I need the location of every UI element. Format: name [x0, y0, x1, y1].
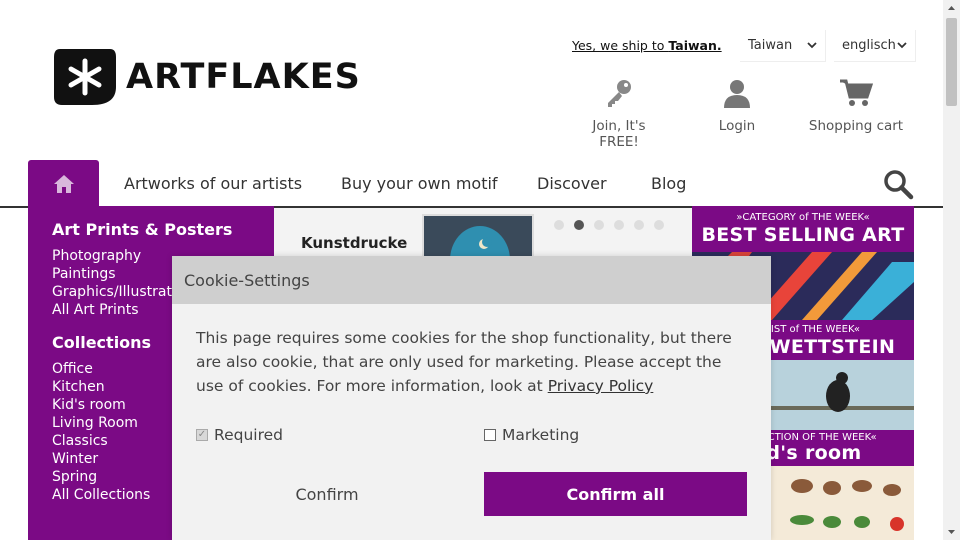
- search-icon: [884, 170, 914, 200]
- scroll-up-icon[interactable]: [947, 4, 956, 12]
- cart-icon: [840, 79, 873, 106]
- marketing-label[interactable]: Marketing: [502, 426, 579, 444]
- logo-mark-icon: [54, 49, 116, 105]
- join-free-label: Join, It's FREE!: [592, 118, 646, 150]
- key-icon: [608, 80, 631, 107]
- carousel-dot[interactable]: [554, 220, 564, 230]
- slide-artwork-image: [422, 214, 534, 262]
- cookie-dialog-title: Cookie-Settings: [172, 256, 771, 304]
- carousel-dot[interactable]: [614, 220, 624, 230]
- cookie-dialog-text: This page requires some cookies for the …: [172, 304, 771, 398]
- marketing-checkbox[interactable]: [484, 429, 496, 441]
- scrollbar-thumb[interactable]: [946, 18, 957, 106]
- join-free-link[interactable]: Join, It's FREE!: [572, 76, 666, 150]
- category-week-kicker: »CATEGORY of THE WEEK«: [736, 212, 870, 223]
- shopping-cart-link[interactable]: Shopping cart: [808, 76, 904, 134]
- nav-item-discover[interactable]: Discover: [537, 174, 607, 193]
- main-nav: Artworks of our artists Buy your own mot…: [0, 160, 943, 208]
- ship-country: Taiwan.: [668, 38, 722, 53]
- nav-home[interactable]: [28, 160, 99, 207]
- ship-prefix: Yes, we ship to: [572, 38, 669, 53]
- country-select-value: Taiwan: [748, 38, 793, 53]
- home-icon: [53, 174, 74, 193]
- carousel-dot-active[interactable]: [574, 220, 584, 230]
- nav-item-artworks[interactable]: Artworks of our artists: [124, 174, 302, 193]
- required-checkbox-row: ✓ Required: [196, 426, 283, 444]
- marketing-checkbox-row[interactable]: Marketing: [484, 426, 579, 444]
- search-button[interactable]: [882, 168, 914, 204]
- carousel-dot[interactable]: [654, 220, 664, 230]
- sidebar-group-title[interactable]: Art Prints & Posters: [52, 220, 250, 239]
- required-label: Required: [214, 426, 283, 444]
- page: ARTFLAKES Yes, we ship to Taiwan. Taiwan…: [0, 0, 960, 540]
- shopping-cart-label: Shopping cart: [808, 118, 904, 134]
- login-label: Login: [718, 118, 756, 134]
- carousel-dots: [554, 220, 664, 230]
- scroll-down-icon[interactable]: [947, 528, 956, 536]
- required-checkbox: ✓: [196, 429, 208, 441]
- nav-item-blog[interactable]: Blog: [651, 174, 686, 193]
- slide-title: Kunstdrucke: [301, 234, 408, 252]
- language-select-value: englisch: [842, 38, 896, 53]
- ship-to-link[interactable]: Yes, we ship to Taiwan.: [572, 38, 722, 53]
- privacy-policy-link[interactable]: Privacy Policy: [548, 377, 654, 395]
- carousel-dot[interactable]: [634, 220, 644, 230]
- confirm-all-button[interactable]: Confirm all: [484, 472, 747, 516]
- confirm-button[interactable]: Confirm: [196, 472, 458, 516]
- language-select[interactable]: englisch: [834, 30, 916, 62]
- user-icon: [724, 80, 750, 108]
- country-select[interactable]: Taiwan: [740, 30, 826, 62]
- nav-item-buy-motif[interactable]: Buy your own motif: [341, 174, 498, 193]
- logo-text: ARTFLAKES: [126, 57, 361, 97]
- carousel-dot[interactable]: [594, 220, 604, 230]
- chevron-down-icon: [807, 42, 817, 49]
- login-link[interactable]: Login: [710, 76, 764, 134]
- category-week-title: BEST SELLING ART: [701, 224, 905, 246]
- cookie-settings-dialog: Cookie-Settings This page requires some …: [172, 256, 771, 540]
- chevron-down-icon: [897, 42, 907, 49]
- artflakes-logo[interactable]: ARTFLAKES: [52, 47, 361, 107]
